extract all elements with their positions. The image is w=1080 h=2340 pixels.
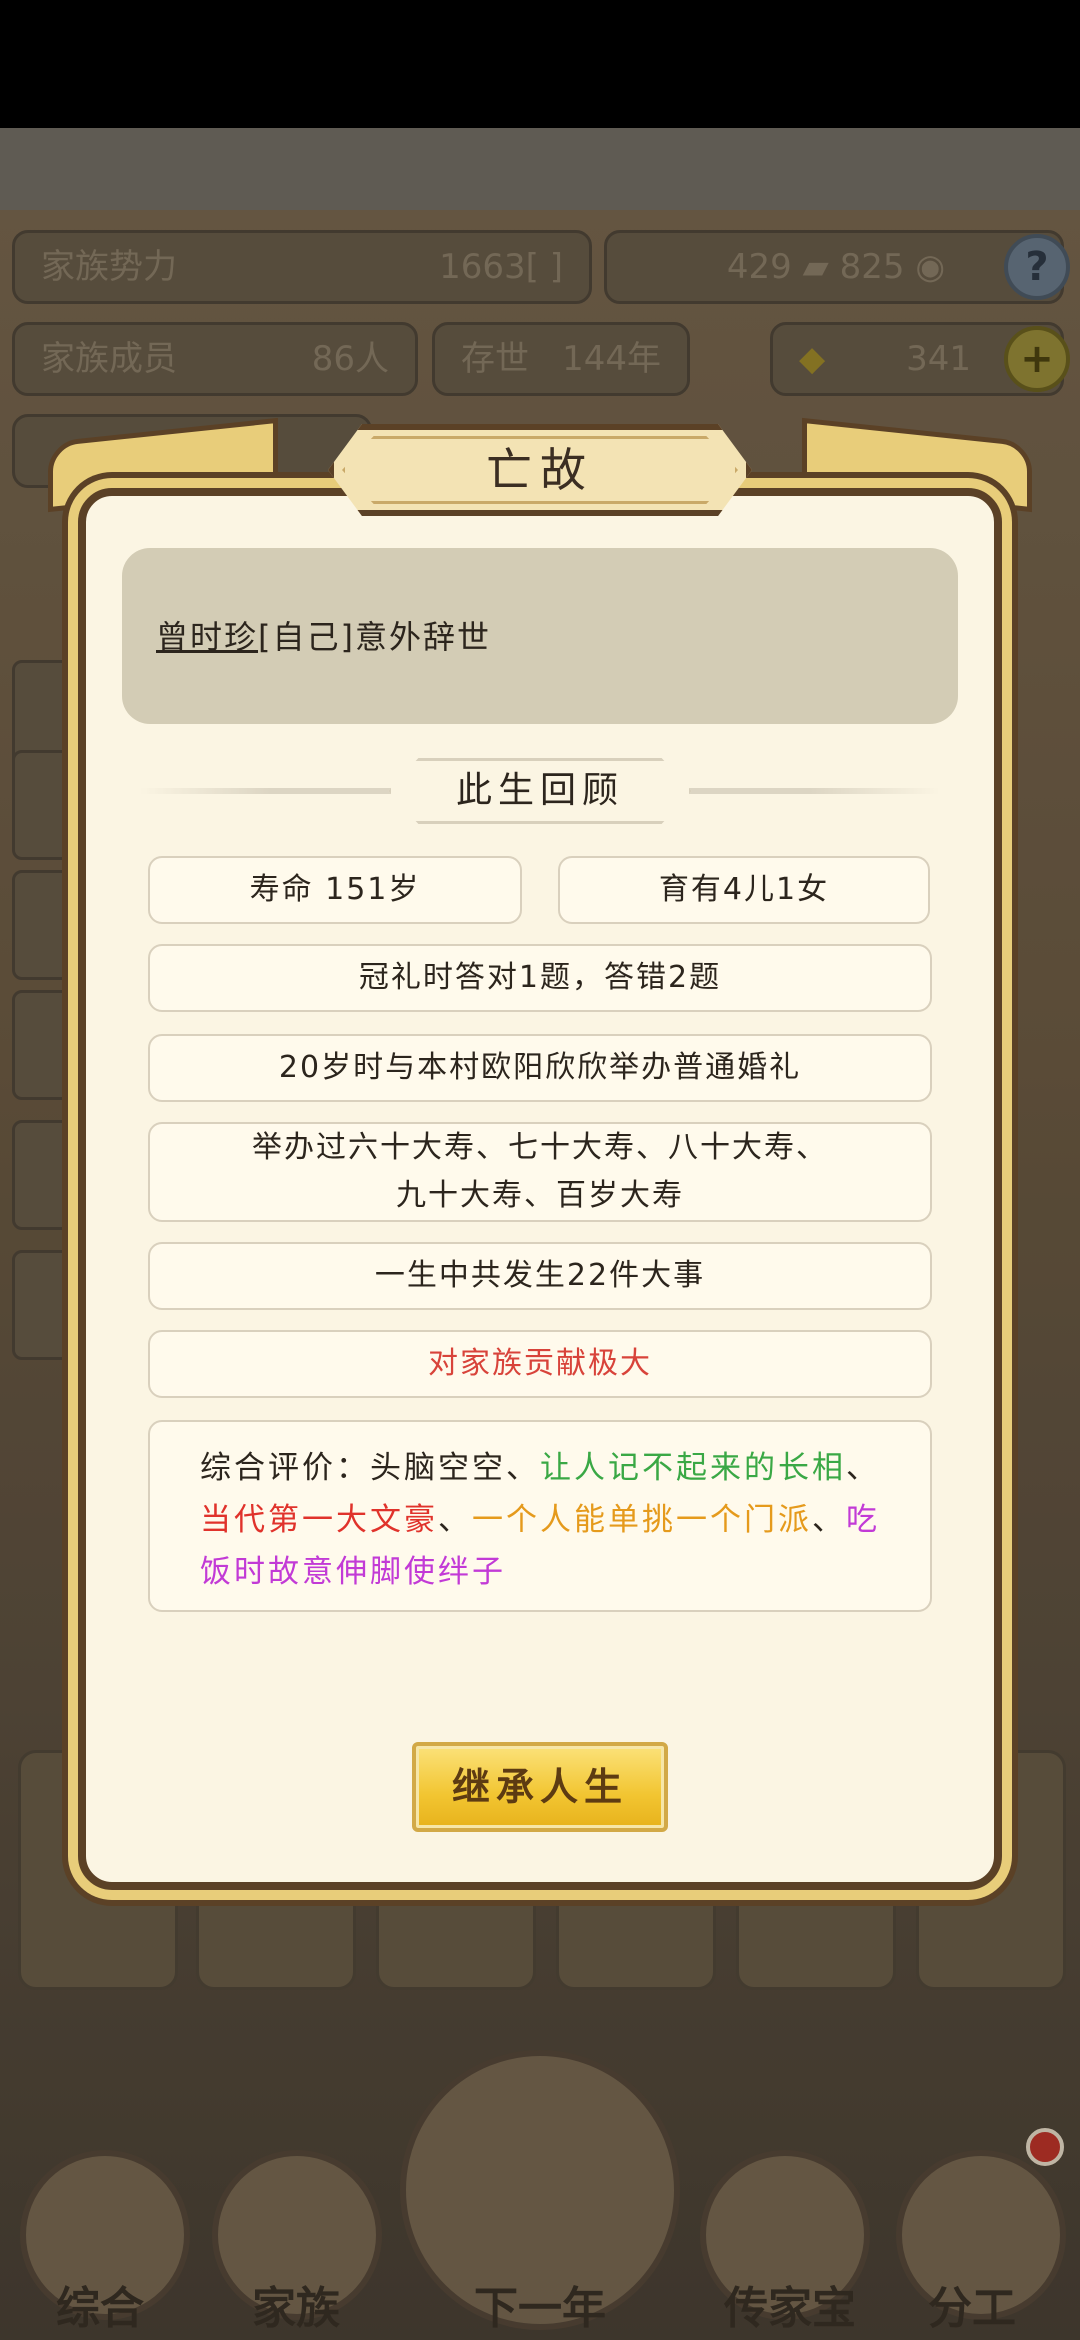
lifespan-card: 寿命 151岁	[148, 856, 522, 924]
evaluation-prefix: 综合评价：头脑空空、	[200, 1450, 540, 1486]
coming-of-age-card: 冠礼时答对1题，答错2题	[148, 944, 932, 1012]
trait-appearance: 让人记不起来的长相	[540, 1450, 846, 1486]
children-card: 育有4儿1女	[558, 856, 930, 924]
birthdays-line-2: 九十大寿、百岁大寿	[396, 1178, 684, 1213]
contribution-card: 对家族贡献极大	[148, 1330, 932, 1398]
evaluation-card: 综合评价：头脑空空、让人记不起来的长相、当代第一大文豪、一个人能单挑一个门派、吃…	[148, 1420, 932, 1612]
trait-separator: 、	[438, 1502, 472, 1538]
trait-literary: 当代第一大文豪	[200, 1502, 438, 1538]
coming-of-age-text: 冠礼时答对1题，答错2题	[358, 960, 722, 995]
events-text: 一生中共发生22件大事	[374, 1258, 706, 1293]
deceased-name-link[interactable]: 曾时珍	[156, 618, 258, 656]
trait-separator: 、	[846, 1450, 880, 1486]
marriage-text: 20岁时与本村欧阳欣欣举办普通婚礼	[278, 1050, 802, 1085]
inherit-life-button[interactable]: 继承人生	[412, 1742, 668, 1832]
trait-separator: 、	[812, 1502, 846, 1538]
section-divider-left	[140, 788, 400, 794]
children-text: 育有4儿1女	[658, 872, 830, 907]
birthdays-line-1: 举办过六十大寿、七十大寿、八十大寿、	[252, 1130, 828, 1165]
lifespan-text: 寿命 151岁	[249, 872, 421, 907]
contribution-text: 对家族贡献极大	[428, 1346, 652, 1381]
dialog-title: 亡故	[486, 443, 594, 497]
status-bar	[0, 0, 1080, 128]
section-divider-right	[680, 788, 940, 794]
death-description: [自己]意外辞世	[258, 618, 491, 656]
marriage-card: 20岁时与本村欧阳欣欣举办普通婚礼	[148, 1034, 932, 1102]
trait-martial: 一个人能单挑一个门派	[472, 1502, 812, 1538]
section-title: 此生回顾	[455, 770, 624, 811]
birthdays-card: 举办过六十大寿、七十大寿、八十大寿、 九十大寿、百岁大寿	[148, 1122, 932, 1222]
death-notice: 曾时珍[自己]意外辞世	[156, 612, 491, 658]
events-card: 一生中共发生22件大事	[148, 1242, 932, 1310]
